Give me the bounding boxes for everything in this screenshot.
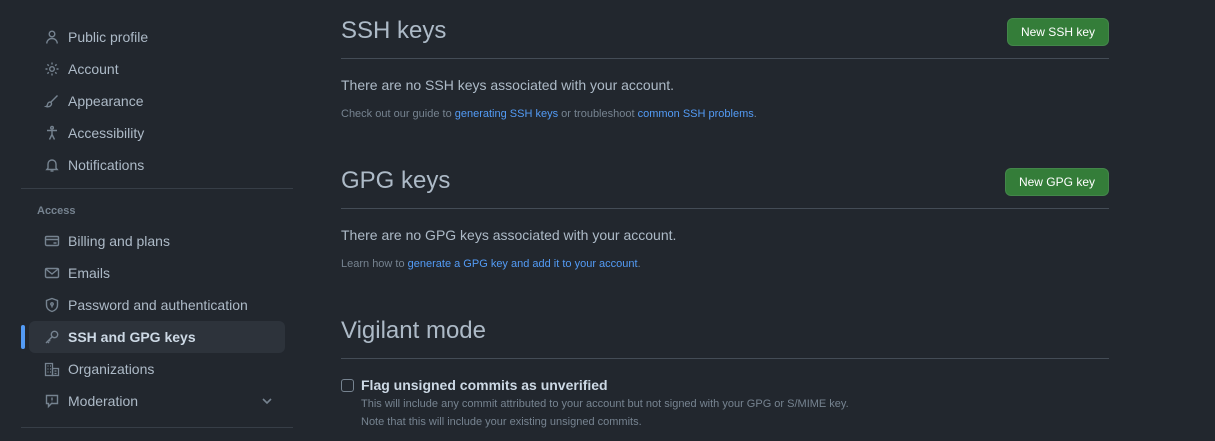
flag-unsigned-commits-label[interactable]: Flag unsigned commits as unverified: [361, 377, 608, 393]
sidebar-bottom-divider: [21, 427, 293, 428]
shield-lock-icon: [44, 297, 60, 313]
sidebar-item-moderation[interactable]: Moderation: [29, 385, 285, 417]
ssh-keys-header: SSH keys New SSH key: [341, 0, 1109, 59]
sidebar-item-appearance[interactable]: Appearance: [29, 85, 285, 117]
sidebar-divider: [21, 188, 293, 189]
ssh-help-middle: or troubleshoot: [558, 108, 638, 120]
gpg-keys-header: GPG keys New GPG key: [341, 150, 1109, 209]
vigilant-mode-title: Vigilant mode: [341, 317, 486, 344]
sidebar-item-label: Moderation: [68, 393, 139, 409]
vigilant-note-2: Note that this will include your existin…: [361, 416, 642, 428]
sidebar-item-emails[interactable]: Emails: [29, 257, 285, 289]
gpg-help-text: Learn how to generate a GPG key and add …: [341, 258, 641, 270]
ssh-keys-section: SSH keys New SSH key There are no SSH ke…: [341, 0, 1109, 120]
flag-unsigned-commits-checkbox[interactable]: [341, 378, 354, 392]
sidebar-item-password-auth[interactable]: Password and authentication: [29, 289, 285, 321]
gpg-keys-title: GPG keys: [341, 167, 451, 194]
sidebar-item-label: Account: [68, 61, 119, 77]
sidebar-item-label: Organizations: [68, 361, 155, 377]
credit-card-icon: [44, 233, 60, 249]
sidebar-item-public-profile[interactable]: Public profile: [29, 21, 285, 53]
sidebar-item-label: Billing and plans: [68, 233, 170, 249]
sidebar-item-accessibility[interactable]: Accessibility: [29, 117, 285, 149]
sidebar-item-label: Emails: [68, 265, 111, 281]
new-gpg-key-button[interactable]: New GPG key: [1004, 168, 1109, 196]
sidebar-item-billing[interactable]: Billing and plans: [29, 225, 285, 257]
gpg-keys-section: GPG keys New GPG key There are no GPG ke…: [341, 150, 1109, 270]
paintbrush-icon: [44, 93, 60, 109]
sidebar-item-ssh-gpg-keys[interactable]: SSH and GPG keys: [21, 321, 285, 353]
generating-ssh-keys-link[interactable]: generating SSH keys: [455, 108, 558, 120]
flag-unsigned-commits-row[interactable]: Flag unsigned commits as unverified: [341, 377, 608, 393]
new-ssh-key-button[interactable]: New SSH key: [1006, 18, 1109, 46]
sidebar-item-account[interactable]: Account: [29, 53, 285, 85]
settings-page: Public profile Account Appearance Access…: [0, 0, 1215, 441]
gpg-help-prefix: Learn how to: [341, 258, 408, 270]
sidebar-item-label: Appearance: [68, 93, 144, 109]
gpg-help-suffix: .: [637, 258, 641, 270]
sidebar-item-organizations[interactable]: Organizations: [29, 353, 285, 385]
generate-gpg-key-link[interactable]: generate a GPG key and add it to your ac…: [408, 258, 638, 270]
vigilant-note-1: This will include any commit attributed …: [361, 398, 849, 410]
sidebar-item-label: Notifications: [68, 157, 145, 173]
ssh-help-prefix: Check out our guide to: [341, 108, 455, 120]
organization-icon: [44, 361, 60, 377]
settings-sidebar: Public profile Account Appearance Access…: [21, 21, 293, 417]
accessibility-icon: [44, 125, 60, 141]
gpg-empty-message: There are no GPG keys associated with yo…: [341, 227, 677, 243]
person-icon: [44, 29, 60, 45]
report-icon: [44, 393, 60, 409]
bell-icon: [44, 157, 60, 173]
ssh-keys-title: SSH keys: [341, 17, 447, 44]
mail-icon: [44, 265, 60, 281]
main-content: SSH keys New SSH key There are no SSH ke…: [341, 0, 1109, 428]
vigilant-mode-header: Vigilant mode: [341, 300, 1109, 359]
gear-icon: [44, 61, 60, 77]
sidebar-item-label: Password and authentication: [68, 297, 248, 313]
vigilant-mode-section: Vigilant mode Flag unsigned commits as u…: [341, 300, 1109, 428]
sidebar-item-label: Accessibility: [68, 125, 145, 141]
ssh-help-suffix: .: [753, 108, 757, 120]
ssh-empty-message: There are no SSH keys associated with yo…: [341, 77, 675, 93]
sidebar-section-heading-access: Access: [37, 205, 76, 217]
sidebar-item-label: Public profile: [68, 29, 149, 45]
chevron-down-icon[interactable]: [259, 393, 275, 409]
ssh-help-text: Check out our guide to generating SSH ke…: [341, 108, 757, 120]
sidebar-item-label: SSH and GPG keys: [68, 329, 196, 345]
key-icon: [44, 329, 60, 345]
sidebar-item-notifications[interactable]: Notifications: [29, 149, 285, 181]
common-ssh-problems-link[interactable]: common SSH problems: [638, 108, 754, 120]
